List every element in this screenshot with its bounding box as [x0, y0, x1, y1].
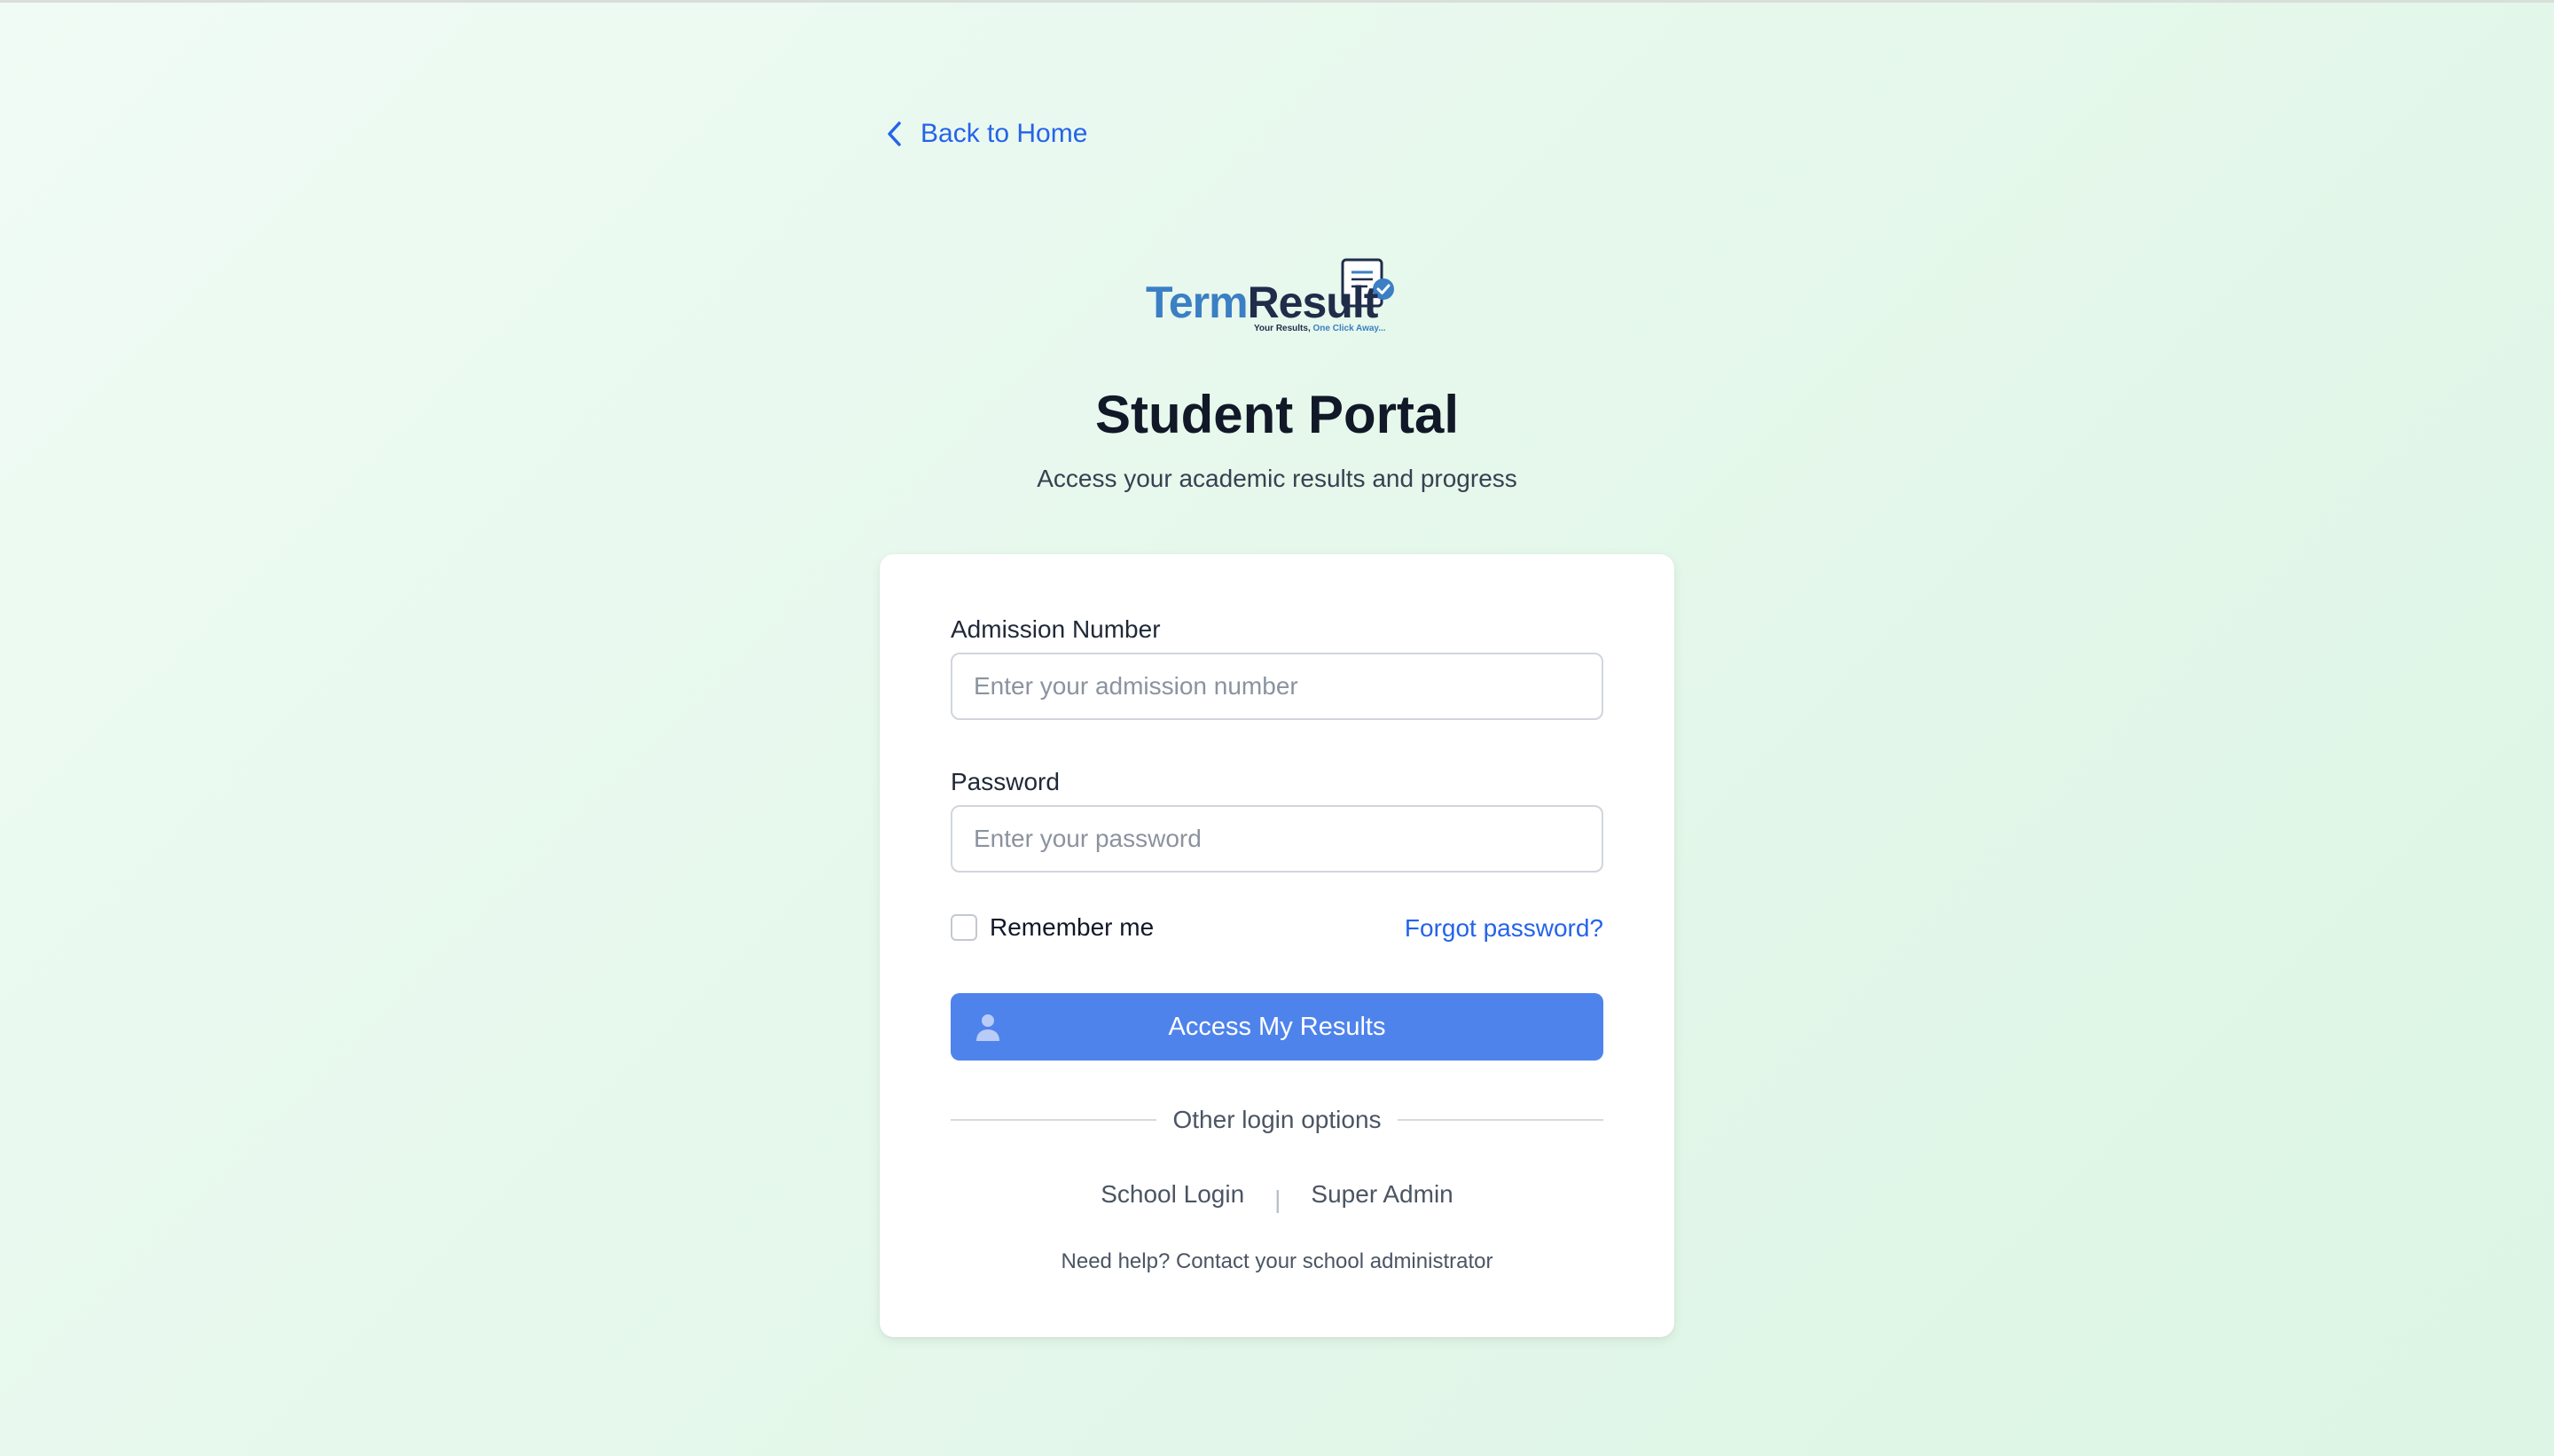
user-icon [976, 1014, 999, 1041]
remember-me-option[interactable]: Remember me [951, 913, 1154, 942]
divider-line-left [951, 1119, 1157, 1121]
logo-word-term: Term [1146, 278, 1249, 327]
logo-tagline-b: One Click Away... [1312, 324, 1386, 333]
password-input[interactable] [951, 805, 1603, 873]
window-top-border [0, 0, 2554, 3]
link-separator: | [1274, 1186, 1281, 1213]
termresult-logo: TermResult Your Results, One Click Away.… [1142, 257, 1412, 342]
logo-tagline: Your Results, One Click Away... [1254, 324, 1386, 333]
logo-tagline-a: Your Results, [1254, 324, 1311, 333]
remember-me-checkbox[interactable] [951, 914, 977, 941]
access-my-results-label: Access My Results [1168, 1012, 1386, 1041]
remember-me-label: Remember me [990, 913, 1155, 941]
admission-number-label: Admission Number [951, 615, 1161, 643]
admission-number-input[interactable] [951, 653, 1603, 720]
password-label: Password [951, 768, 1060, 795]
school-login-link[interactable]: School Login [1101, 1180, 1244, 1209]
forgot-password-link[interactable]: Forgot password? [1405, 914, 1603, 943]
help-text: Need help? Contact your school administr… [1061, 1249, 1493, 1273]
page-title: Student Portal [1094, 385, 1459, 444]
back-to-home-label: Back to Home [921, 119, 1088, 148]
page-subtitle: Access your academic results and progres… [1037, 465, 1517, 492]
super-admin-link[interactable]: Super Admin [1311, 1180, 1453, 1209]
divider-line-right [1397, 1119, 1604, 1121]
access-my-results-button[interactable]: Access My Results [951, 993, 1603, 1061]
other-login-divider: Other login options [951, 1104, 1604, 1136]
back-to-home-link[interactable]: Back to Home [883, 119, 1087, 149]
other-login-links: School Login | Super Admin [880, 1180, 1674, 1213]
logo-wordmark: TermResult [1146, 277, 1379, 328]
login-card: Admission Number Password Remember me Fo… [880, 554, 1674, 1337]
other-login-options-label: Other login options [1172, 1106, 1382, 1133]
logo-word-result: Result [1247, 278, 1379, 327]
chevron-left-icon [888, 121, 901, 146]
